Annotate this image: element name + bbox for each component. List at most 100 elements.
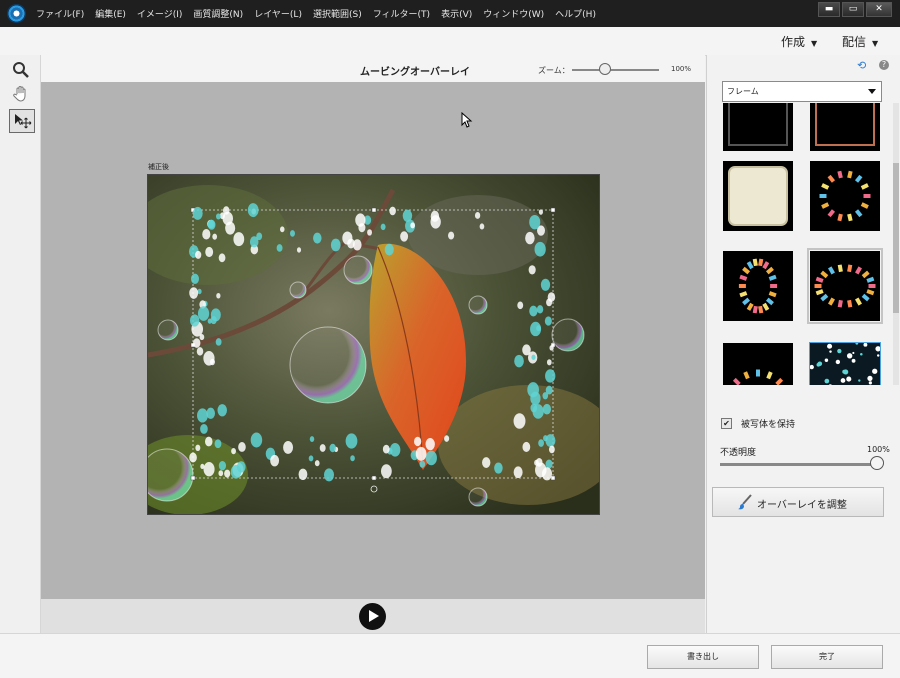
minimize-button[interactable]: ▬: [818, 2, 840, 17]
play-button[interactable]: [359, 603, 386, 630]
hand-tool-button[interactable]: [9, 83, 33, 105]
burst-shape: [847, 299, 853, 308]
canvas-area[interactable]: 補正後: [41, 82, 705, 599]
snow-dot: [846, 353, 853, 359]
menu-view[interactable]: 表示(V): [441, 7, 472, 20]
sparkle-dot: [531, 354, 536, 360]
burst-shape: [768, 291, 777, 298]
sparkle-dot: [342, 231, 353, 245]
reset-icon[interactable]: ⟲: [857, 59, 866, 72]
zoom-value: 100%: [671, 65, 692, 73]
keep-subject-checkbox[interactable]: ✔: [721, 418, 732, 429]
snow-dot: [835, 359, 841, 365]
sparkle-dot: [538, 209, 543, 215]
close-button[interactable]: ✕: [866, 2, 892, 17]
hand-icon: [13, 86, 26, 102]
scrollbar-thumb[interactable]: [893, 163, 899, 313]
maximize-button[interactable]: ▭: [842, 2, 864, 17]
burst-shape: [758, 305, 764, 314]
create-menu-button[interactable]: 作成 ▼: [781, 33, 817, 50]
action-bar: 作成 ▼ 配信 ▼: [0, 27, 900, 56]
burst-shape: [756, 369, 760, 377]
sparkle-dot: [425, 450, 437, 466]
sparkle-dot: [207, 219, 215, 229]
keep-subject-label: 被写体を保持: [741, 420, 796, 430]
sparkle-dot: [199, 333, 205, 341]
snow-dot: [860, 352, 863, 356]
sparkle-dot: [216, 292, 221, 299]
preview-image[interactable]: [147, 174, 600, 515]
snow-dot: [809, 364, 814, 370]
snow-dot: [827, 343, 833, 349]
opacity-slider-handle[interactable]: [870, 456, 884, 470]
sparkle-dot: [474, 212, 481, 219]
menu-file[interactable]: ファイル(F): [36, 7, 84, 20]
overlay-thumbnail[interactable]: [810, 161, 880, 231]
overlay-thumbnail-active[interactable]: [809, 341, 881, 385]
overlay-thumbnail[interactable]: [810, 103, 880, 151]
sparkle-dot: [529, 214, 541, 230]
burst-shape: [765, 266, 774, 275]
sparkle-dot: [425, 438, 435, 451]
sparkle-dot: [270, 454, 280, 467]
menu-select[interactable]: 選択範囲(S): [313, 7, 362, 20]
burst-shape: [837, 170, 843, 179]
sparkle-dot: [517, 301, 524, 310]
sparkle-dot: [207, 318, 212, 324]
help-icon[interactable]: ?: [879, 60, 889, 70]
sparkle-dot: [191, 273, 199, 284]
burst-shape: [820, 270, 829, 279]
burst-shape: [847, 170, 853, 179]
menu-image[interactable]: イメージ(I): [137, 7, 183, 20]
adjust-overlay-button[interactable]: オーバーレイを調整: [712, 487, 884, 517]
sparkle-dot: [382, 444, 390, 454]
burst-shape: [738, 284, 746, 288]
share-menu-button[interactable]: 配信 ▼: [842, 33, 878, 50]
snow-dot: [851, 358, 856, 363]
sparkle-dot: [313, 232, 322, 244]
sparkle-dot: [389, 206, 396, 216]
burst-shape: [814, 284, 822, 288]
burst-shape: [847, 213, 853, 222]
sparkle-dot: [218, 253, 226, 263]
overlay-thumbnail[interactable]: [723, 343, 793, 385]
export-button[interactable]: 書き出し: [647, 645, 759, 669]
done-button[interactable]: 完了: [771, 645, 883, 669]
burst-shape: [768, 274, 777, 281]
menu-enhance[interactable]: 画質調整(N): [193, 7, 243, 20]
menu-window[interactable]: ウィンドウ(W): [483, 7, 544, 20]
zoom-slider-track[interactable]: [572, 69, 659, 71]
burst-shape: [837, 264, 843, 273]
burst-shape: [820, 293, 829, 302]
burst-shape: [770, 284, 778, 288]
move-icon: [15, 114, 32, 129]
sparkle-dot: [214, 439, 222, 449]
sparkle-dot: [479, 223, 485, 230]
burst-shape: [868, 284, 876, 288]
burst-shape: [860, 183, 869, 190]
overlay-category-select[interactable]: フレーム: [722, 81, 882, 102]
sparkle-dot: [522, 441, 531, 452]
burst-shape: [860, 202, 869, 209]
sparkle-dot: [543, 435, 548, 442]
menu-help[interactable]: ヘルプ(H): [555, 7, 596, 20]
move-tool-button[interactable]: [9, 109, 35, 133]
overlay-thumbnail-selected[interactable]: [807, 248, 883, 324]
burst-shape: [815, 276, 824, 283]
thumbnail-scrollbar[interactable]: [893, 103, 899, 385]
snow-dot: [828, 384, 832, 385]
menu-edit[interactable]: 編集(E): [95, 7, 126, 20]
burst-shape: [866, 276, 875, 283]
sparkle-dot: [238, 442, 246, 452]
snow-dot: [840, 378, 846, 383]
sparkle-dot: [314, 460, 320, 467]
overlay-thumbnail[interactable]: [723, 103, 793, 151]
burst-shape: [746, 302, 754, 311]
menu-filter[interactable]: フィルター(T): [373, 7, 430, 20]
menu-layer[interactable]: レイヤー(L): [254, 7, 302, 20]
burst-shape: [866, 289, 875, 296]
snow-dot: [842, 369, 847, 374]
overlay-thumbnail[interactable]: [723, 161, 793, 231]
opacity-slider-track[interactable]: [720, 463, 876, 466]
overlay-thumbnail[interactable]: [723, 251, 793, 321]
